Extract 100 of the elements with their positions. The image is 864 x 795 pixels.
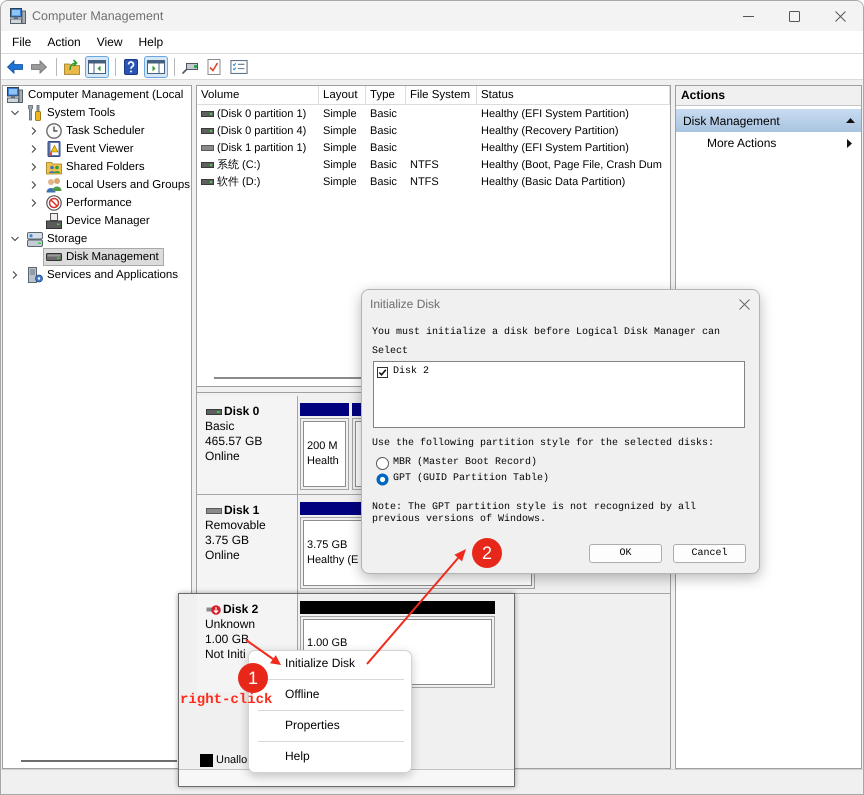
table-cell-text: 软件 (D:): [217, 175, 260, 189]
table-cell: NTFS: [410, 176, 439, 188]
column-header[interactable]: Status: [477, 86, 670, 105]
partition-label: 3.75 GB: [307, 538, 348, 553]
column-header[interactable]: Layout: [319, 86, 366, 105]
chevron-icon[interactable]: [11, 109, 19, 117]
close-icon: [834, 10, 846, 22]
partition-label: 200 M: [307, 439, 338, 454]
device-icon: [46, 213, 62, 229]
tree-item[interactable]: Services and Applications: [24, 266, 180, 284]
close-icon: [738, 298, 750, 310]
radio-label[interactable]: GPT (GUID Partition Table): [393, 473, 550, 485]
chevron-icon[interactable]: [30, 199, 38, 207]
table-cell: Healthy (Recovery Partition): [481, 124, 619, 136]
tree-item[interactable]: Computer Management (Local: [4, 86, 186, 104]
users-icon: [46, 177, 62, 193]
partition-block[interactable]: 200 M Health: [300, 418, 349, 490]
chevron-icon[interactable]: [11, 235, 19, 243]
menu-item[interactable]: Help: [130, 33, 172, 51]
gauge-icon: [46, 195, 62, 211]
chevron-icon[interactable]: [30, 127, 38, 135]
table-cell: Basic: [370, 176, 397, 188]
tree-item[interactable]: Shared Folders: [43, 158, 147, 176]
tree-item[interactable]: Task Scheduler: [43, 122, 147, 140]
log-book-icon: [46, 141, 62, 157]
dialog-title: Initialize Disk: [370, 297, 440, 311]
disk-detail: Not Initi: [205, 647, 246, 662]
disk-detail: Removable: [205, 518, 266, 533]
chevron-icon[interactable]: [30, 163, 38, 171]
tree-item[interactable]: Disk Management: [43, 248, 164, 266]
context-menu-item[interactable]: Help: [285, 744, 310, 769]
column-header[interactable]: Type: [366, 86, 406, 105]
action-item[interactable]: More Actions: [676, 132, 861, 154]
table-cell: Healthy (EFI System Partition): [481, 142, 629, 154]
tree-item[interactable]: Performance: [43, 194, 134, 212]
drive-icon: [201, 128, 214, 134]
table-cell: Simple: [323, 142, 357, 154]
partition-label: 1.00 GB: [307, 636, 348, 651]
toolbar-button[interactable]: [85, 56, 109, 78]
table-cell: NTFS: [410, 158, 439, 170]
drive-icon: [206, 408, 222, 414]
checkbox[interactable]: [377, 366, 388, 378]
tree-item[interactable]: Local Users and Groups: [43, 176, 192, 194]
table-cell: Basic: [370, 158, 397, 170]
table-cell: Simple: [323, 158, 357, 170]
table-cell: Simple: [323, 124, 357, 136]
disk-name: Disk 2: [223, 602, 258, 617]
disk-list[interactable]: Disk 2: [373, 361, 745, 428]
tree-item[interactable]: Storage: [24, 230, 90, 248]
disk-info-panel[interactable]: Disk 1 Removable 3.75 GB Online: [197, 495, 298, 593]
table-cell: Simple: [323, 108, 357, 120]
window-title: Computer Management: [32, 9, 164, 23]
radio-label[interactable]: MBR (Master Boot Record): [393, 457, 538, 469]
disk-info-panel[interactable]: Disk 0 Basic 465.57 GB Online: [197, 396, 298, 494]
table-cell: (Disk 0 partition 4): [217, 124, 306, 136]
legend-label: Unallo: [216, 754, 248, 766]
tree-item[interactable]: System Tools: [24, 104, 118, 122]
drive-error-icon: [206, 604, 221, 614]
maximize-icon: [788, 10, 800, 22]
disk-detail: 3.75 GB: [205, 533, 250, 548]
dialog-note: Note: The GPT partition style is not recognized by all previous versions of Windows.: [372, 502, 698, 526]
menu-item[interactable]: File: [4, 33, 40, 51]
dialog-button[interactable]: Cancel: [673, 544, 746, 563]
scrollbar-thumb[interactable]: [21, 760, 177, 762]
table-cell: Healthy (Basic Data Partition): [481, 176, 626, 188]
table-cell: (Disk 0 partition 1): [217, 108, 306, 120]
toolbar-button[interactable]: [144, 56, 168, 78]
table-cell: Basic: [370, 108, 397, 120]
section-header[interactable]: Disk Management: [676, 109, 861, 132]
radio-button[interactable]: [376, 456, 389, 470]
table-cell-text: 系统 (C:): [217, 158, 260, 172]
disk-detail: Unknown: [205, 617, 256, 632]
clock-icon: [46, 123, 62, 139]
table-cell: (Disk 1 partition 1): [217, 142, 306, 154]
column-header[interactable]: Volume: [197, 86, 319, 105]
computer-icon: [10, 8, 26, 24]
menu-item[interactable]: Action: [39, 33, 89, 51]
menu-item[interactable]: View: [88, 33, 130, 51]
radio-button[interactable]: [376, 472, 389, 486]
partition-label: Healthy (E: [307, 553, 358, 568]
chevron-icon[interactable]: [30, 145, 38, 153]
context-menu-item[interactable]: Properties: [285, 713, 340, 738]
scrollbar-thumb[interactable]: [214, 377, 361, 379]
actions-header: Actions: [676, 86, 861, 106]
table-cell: Simple: [323, 176, 357, 188]
checkbox-label[interactable]: Disk 2: [393, 366, 430, 378]
column-header[interactable]: File System: [406, 86, 477, 105]
disk-detail: 465.57 GB: [205, 434, 262, 449]
dialog-button[interactable]: OK: [589, 544, 662, 563]
disk-detail: Basic: [205, 419, 234, 434]
tree-item[interactable]: Event Viewer: [43, 140, 136, 158]
partition-label: Health: [307, 454, 339, 469]
disk-detail: Online: [205, 449, 240, 464]
chevron-icon[interactable]: [11, 271, 19, 279]
computer-icon: [7, 87, 23, 103]
tree-item[interactable]: Device Manager: [43, 212, 152, 230]
drive-icon: [201, 144, 214, 150]
chevron-icon[interactable]: [30, 181, 38, 189]
table-cell: Healthy (EFI System Partition): [481, 108, 629, 120]
tools-icon: [27, 105, 43, 121]
